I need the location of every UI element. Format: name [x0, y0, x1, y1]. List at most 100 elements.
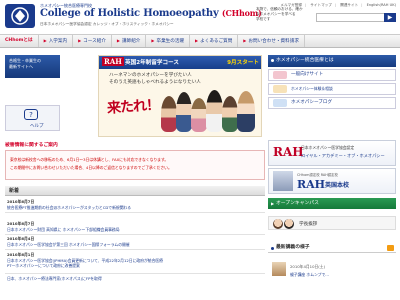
nav-item-contact[interactable]: ▶ お問い合わせ・資料請求 [238, 35, 305, 47]
experience-icon [273, 85, 287, 93]
rah-academy-banner[interactable]: RAH 日本ホメオパシー医学協会認定 ロイヤル・アカデミー・オブ・ホメオパシー [268, 140, 396, 166]
general-site-icon [273, 71, 287, 79]
nav-item-teachers[interactable]: ▶ 講師紹介 [112, 35, 147, 47]
nav-label: よくあるご質問 [200, 39, 233, 44]
search-button[interactable]: ▶ [384, 13, 396, 22]
hero-brush-text: 来たれ！ [106, 97, 160, 117]
nav-label: 講師紹介 [122, 39, 141, 44]
banner-line: 最新サイトへ [9, 64, 33, 69]
latest-lectures-heading: 最新講義の様子 [268, 243, 396, 253]
news-text: 統合医療PT推進期前の社会派ホメオパシーがスタッカとCDで新規関わる [7, 205, 132, 210]
principal-label: 学長挨拶 [299, 222, 318, 227]
notice-title[interactable]: 被害情報に関するご案内 [5, 141, 58, 148]
lecture-title-link[interactable]: 親子講座 ホムンプで... [290, 272, 329, 278]
student-photo [237, 91, 255, 132]
nav-item-graduates[interactable]: ▶ 卒業生の活躍 [146, 35, 191, 47]
student-photo [176, 92, 192, 132]
help-box[interactable]: ? ヘルプ [5, 105, 60, 131]
student-photo [191, 98, 207, 132]
sidebar-item-experience[interactable]: ホメオパシー体験＆相談 [268, 83, 396, 95]
header-description: 本物で、信頼のおける、確か なホメオパシーを学べる 学校です [256, 7, 311, 22]
bullet-icon [271, 59, 274, 62]
student-photo [206, 90, 223, 132]
logo-title: College of Holistic Homoeopathy [40, 8, 219, 19]
sidebar-label: ホメオパシー体験＆相談 [291, 86, 333, 91]
hero-title-bar: RAH 英国2年制留学コース 9月スタート [99, 56, 261, 69]
hero-text-line: そのうえ英語もしゃべれるようになりたい人 [109, 80, 201, 85]
notice-line: 東京校は新校舎への移転のため、6月1日～3日は休講とし、FAXにも対応できなくな… [10, 157, 169, 162]
sidebar-item-homeopathy-integrated[interactable]: ホメオパシー統合医療とは [268, 55, 396, 67]
sidebar-item-general-site[interactable]: 一般向けサイト [268, 69, 396, 81]
logo-sub-text: 日本ホメオパシー医学協会認定 カレッジ・オブ・ホリスティック・ホメオパシー [40, 22, 174, 26]
header-desc-line: 学校です [256, 17, 271, 21]
news-heading: 新着 [9, 188, 20, 194]
rah-uk-title: 英国本校 [325, 182, 350, 189]
news-item[interactable]: 日本、ホメオパシー療法専門家(ホメオパス)にFPを取得 [7, 276, 263, 281]
util-link-related[interactable]: 関連サイト [340, 3, 358, 7]
arrow-icon: ▶ [271, 201, 275, 206]
news-text-continued: PT一ホメオパシーについて政府に改善提案 [7, 263, 80, 268]
news-item[interactable]: 2010年6月4日 日本ホメオパシー医学協会が第三回 ホメオパシー国際フォーラム… [7, 236, 263, 247]
util-link-sitemap[interactable]: サイトマップ [310, 3, 332, 7]
divider [5, 273, 265, 274]
arrow-icon: ▶ [243, 38, 247, 43]
lecture-date: 2010年4月10日(土) [290, 264, 326, 269]
principal-greeting[interactable]: 学長挨拶 [268, 216, 396, 230]
arrow-icon: ▶ [151, 38, 155, 43]
news-heading-bar: 新着 [5, 186, 265, 196]
bullet-icon [271, 247, 274, 250]
nav-item-about[interactable]: CHhomとは [0, 35, 39, 47]
notice-box: 東京校は新校舎への移転のため、6月1日～3日は休講とし、FAXにも対応できなくな… [5, 150, 265, 180]
nav-label: 入学案内 [48, 39, 68, 44]
building-image [273, 171, 293, 191]
main-nav: CHhomとは ▶ 入学案内 ▶ コース紹介 ▶ 講師紹介 ▶ 卒業生の活躍 ▶ よくある… [0, 34, 400, 48]
rah-uk-banner[interactable]: CHhom認定校 RAH認定校 RAH 英国本校 [268, 168, 396, 194]
arrow-icon: ▶ [43, 38, 47, 43]
principal-photo [284, 219, 294, 229]
college-logo-icon[interactable] [5, 4, 35, 28]
nav-item-faq[interactable]: ▶ よくあるご質問 [190, 35, 239, 47]
lecture-thumbnail[interactable] [272, 262, 286, 276]
rah-uk-small-text: CHhom認定校 RAH認定校 [297, 173, 338, 177]
hero-banner[interactable]: RAH 英国2年制留学コース 9月スタート ハーネマンのホメオパシーを学びたい人… [98, 55, 262, 137]
left-sidebar: 合格生・卒業生の 最新サイトへ ? ヘルプ [5, 55, 60, 131]
rss-icon[interactable] [387, 245, 394, 251]
logo-main-text[interactable]: College of Holistic Homoeopathy (CHhom) [40, 8, 262, 19]
student-photo [161, 96, 177, 132]
news-item[interactable]: 2010年6月7日 日本ホメオパシー財団 高知県に ホメオパシー下部組織会員事務… [7, 221, 263, 232]
news-text: 日本ホメオパシー財団 高知県に ホメオパシー下部組織会員事務局 [7, 227, 120, 232]
news-text: 日本ホメオパシー医学協会が第三回 ホメオパシー国際フォーラムの開催 [7, 242, 130, 247]
sidebar-item-blog[interactable]: ホメオパシーブログ [268, 97, 396, 109]
sidebar-label: ホメオパシー統合医療とは [276, 58, 334, 63]
student-photo [222, 96, 238, 132]
nav-label: コース紹介 [83, 39, 106, 44]
nav-label: お問い合わせ・資料請求 [248, 39, 299, 44]
arrow-icon: ▶ [116, 38, 120, 43]
util-link-mailmag[interactable]: メルマガ登録 [280, 3, 302, 7]
news-text: 日本、ホメオパシー療法専門家(ホメオパス)にFPを取得 [7, 276, 102, 281]
arrow-icon: ▶ [195, 38, 199, 43]
help-icon: ? [24, 109, 38, 120]
open-campus-button[interactable]: ▶ オープンキャンパス [268, 198, 396, 209]
rah-text: ロイヤル・アカデミー・オブ・ホメオパシー [301, 153, 385, 158]
alumni-site-banner[interactable]: 合格生・卒業生の 最新サイトへ [5, 55, 60, 78]
student-photos [161, 88, 259, 134]
hero-text-line: ハーネマンのホメオパシーを学びたい人 [109, 73, 192, 78]
rah-logo: RAH [273, 145, 304, 159]
rah-uk-logo: RAH [297, 178, 326, 191]
nav-item-admission[interactable]: ▶ 入学案内 [39, 35, 74, 47]
rah-text: 日本ホメオパシー医学協会認定 [301, 145, 355, 150]
nav-item-courses[interactable]: ▶ コース紹介 [73, 35, 112, 47]
news-item[interactable]: 2010年6月7日 統合医療PT推進期前の社会派ホメオパシーがスタッカとCDで新… [7, 199, 263, 210]
latest-label: 最新講義の様子 [276, 245, 310, 250]
utility-links: メルマガ登録 | サイトマップ | 関連サイト | English(RAH UK) [280, 3, 396, 7]
sidebar-label: 一般向けサイト [291, 72, 324, 77]
news-item[interactable]: 2010年6月1日 日本ホメオパシー医学協会(JPHMA)会員更新について、平成… [7, 252, 263, 268]
util-link-english[interactable]: English(RAH UK) [367, 3, 396, 7]
hero-title: 英国2年制留学コース [125, 60, 179, 66]
principal-photo [273, 219, 283, 229]
hero-start: 9月スタート [227, 60, 259, 66]
open-campus-label: オープンキャンパス [276, 201, 319, 206]
nav-label: 卒業生の活躍 [156, 39, 185, 44]
notice-line: この期間中にお問い合わせいただいた場合、4日以降のご返信となりますのでご了承くだ… [10, 165, 172, 170]
